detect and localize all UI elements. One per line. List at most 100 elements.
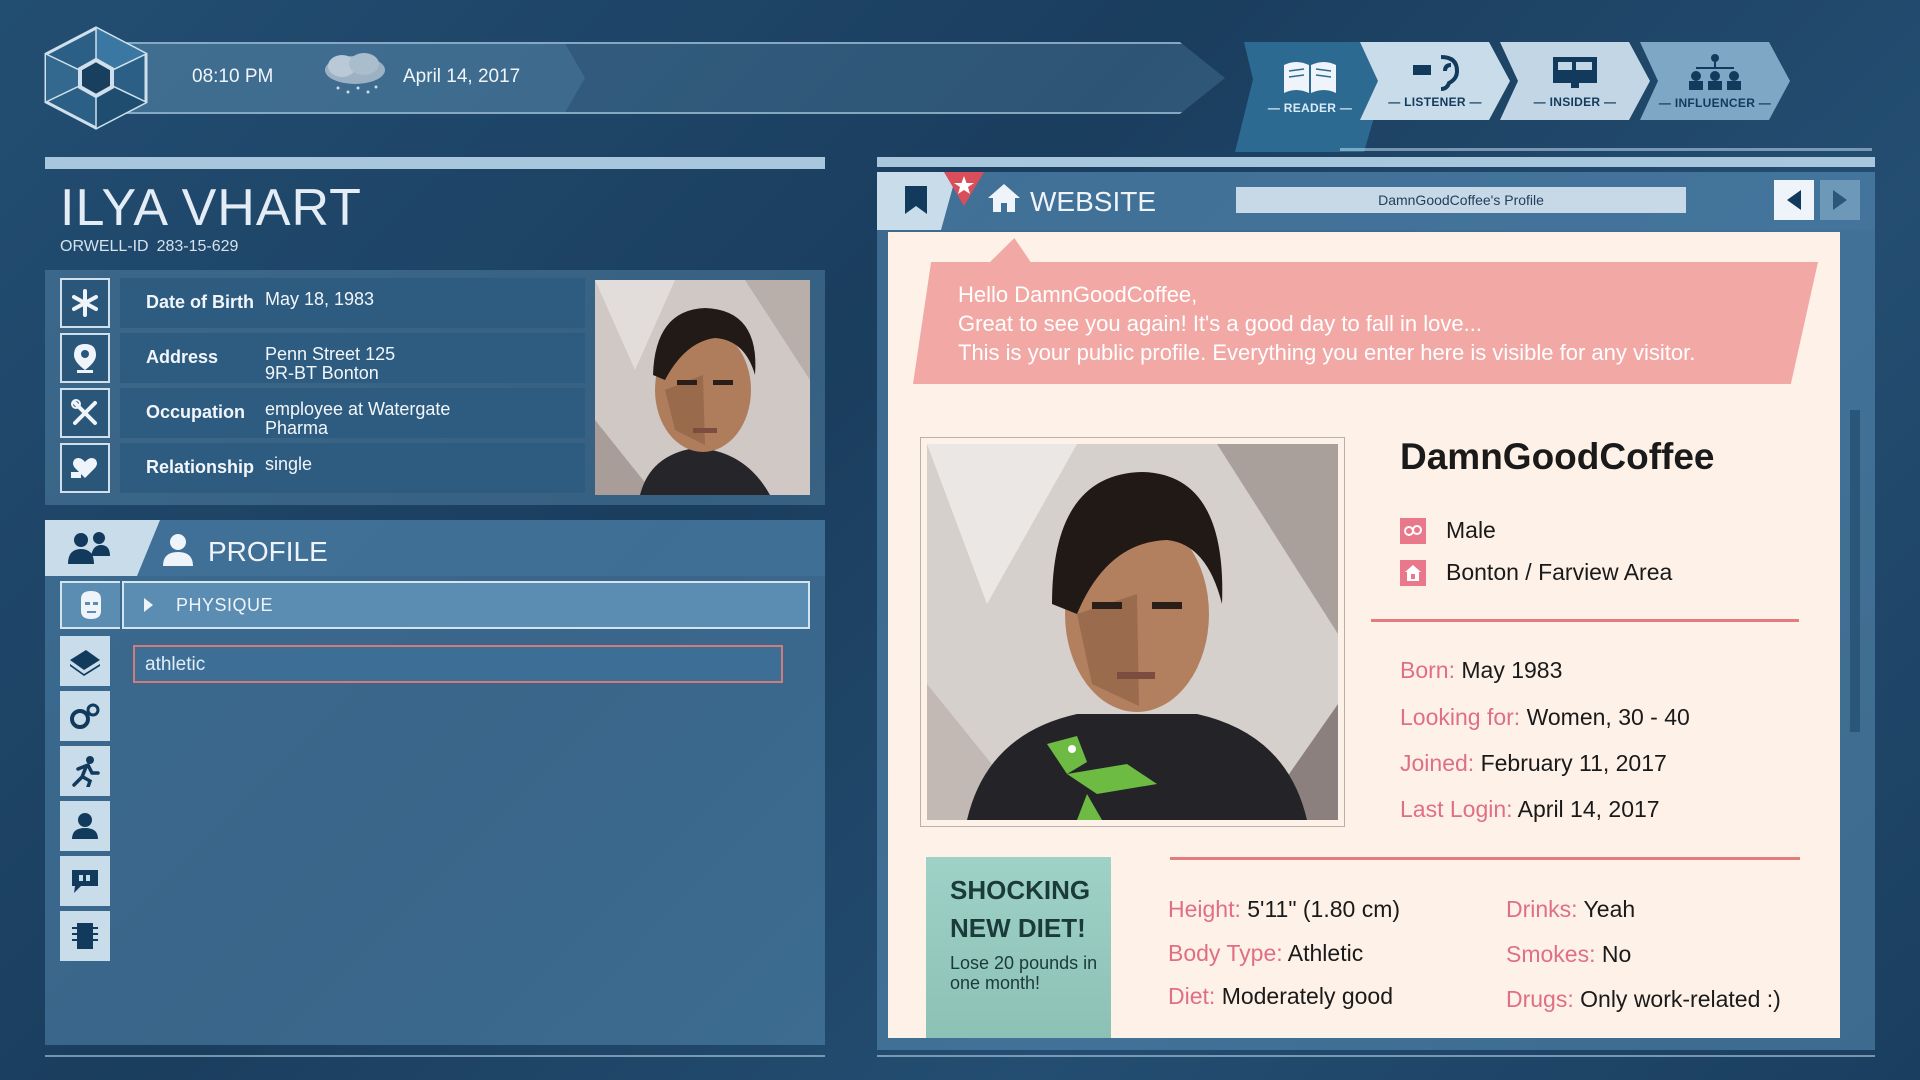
asterisk-icon[interactable] — [60, 278, 110, 328]
info-row-address[interactable]: Address Penn Street 125 9R-BT Bonton — [120, 333, 585, 383]
fact-key: Born: — [1400, 657, 1455, 683]
fact-key: Drinks: — [1506, 896, 1578, 922]
home-icon — [1400, 559, 1426, 586]
fact-key: Smokes: — [1506, 941, 1596, 967]
chip-icon[interactable] — [60, 911, 110, 961]
detail-diet: Diet: Moderately good — [1168, 983, 1393, 1010]
book-icon — [1284, 62, 1336, 93]
page-scrollbar[interactable] — [1850, 410, 1860, 732]
forward-button[interactable] — [1820, 180, 1860, 220]
divider — [877, 1055, 1875, 1057]
orwell-id-value: 283-15-629 — [156, 238, 239, 255]
fact-key: Drugs: — [1506, 986, 1574, 1012]
info-value: single — [265, 454, 313, 474]
cloud-rain-icon — [325, 53, 385, 94]
chevron-right-icon — [1833, 190, 1847, 210]
rank-insider[interactable]: — INSIDER — — [1500, 42, 1650, 120]
website-page: Hello DamnGoodCoffee, Great to see you a… — [888, 232, 1840, 1038]
back-button[interactable] — [1774, 180, 1814, 220]
rank-influencer[interactable]: — INFLUENCER — — [1640, 42, 1790, 120]
rank-reader-label: — READER — — [1267, 101, 1353, 115]
profile-username: DamnGoodCoffee — [1400, 436, 1715, 477]
rank-listener[interactable]: — LISTENER — — [1360, 42, 1510, 120]
fact-joined: Joined: February 11, 2017 — [1400, 750, 1667, 777]
rank-influencer-label: — INFLUENCER — — [1658, 96, 1772, 110]
info-value: Penn Street 125 9R-BT Bonton — [265, 344, 396, 383]
speech-bubble-notch — [988, 238, 1032, 264]
fact-value: Moderately good — [1221, 983, 1394, 1009]
divider — [45, 1055, 825, 1057]
fact-value: Only work-related :) — [1580, 986, 1781, 1012]
info-key: Address — [146, 347, 219, 367]
right-panel-header-bar — [877, 157, 1875, 167]
category-label: PHYSIQUE — [176, 594, 274, 615]
ear-icon — [1413, 55, 1460, 91]
fact-value: 5'11" (1.80 cm) — [1247, 896, 1401, 922]
fact-value: Women, 30 - 40 — [1526, 704, 1690, 730]
fact-value: Yeah — [1583, 896, 1636, 922]
rank-reader[interactable]: — READER — — [1235, 42, 1385, 152]
area-value: Bonton / Farview Area — [1446, 559, 1673, 585]
location-pin-icon[interactable] — [60, 333, 110, 383]
orwell-id: ORWELL-ID 283-15-629 — [60, 238, 238, 256]
divider — [1170, 857, 1800, 860]
fact-last-login: Last Login: April 14, 2017 — [1400, 796, 1660, 823]
greeting-line: Hello DamnGoodCoffee, — [958, 282, 1198, 307]
chat-icon[interactable] — [60, 856, 110, 906]
diploma-icon[interactable] — [60, 636, 110, 686]
detail-drugs: Drugs: Only work-related :) — [1506, 986, 1781, 1013]
info-value: employee at Watergate Pharma — [265, 399, 451, 438]
fact-value: May 1983 — [1461, 657, 1563, 683]
fact-key: Last Login: — [1400, 796, 1513, 822]
gender-value: Male — [1446, 517, 1496, 543]
info-key: Date of Birth — [146, 292, 254, 312]
chevron-left-icon — [1787, 190, 1801, 210]
tools-icon[interactable] — [60, 388, 110, 438]
left-panel-header-bar — [45, 157, 825, 169]
face-icon[interactable] — [60, 581, 120, 629]
home-icon[interactable] — [986, 182, 1022, 214]
running-icon[interactable] — [60, 746, 110, 796]
fact-key: Diet: — [1168, 983, 1216, 1009]
person-icon — [163, 534, 193, 566]
orwell-id-label: ORWELL-ID — [60, 238, 149, 255]
greeting-line: Great to see you again! It's a good day … — [958, 311, 1482, 336]
fact-value: April 14, 2017 — [1517, 796, 1660, 822]
info-key: Relationship — [146, 457, 255, 477]
url-field[interactable]: DamnGoodCoffee's Profile — [1236, 187, 1686, 213]
monitor-icon — [1553, 57, 1597, 88]
fact-value: February 11, 2017 — [1480, 750, 1667, 776]
diet-ad-banner[interactable]: SHOCKING NEW DIET! Lose 20 pounds in one… — [926, 857, 1111, 1038]
profile-photo[interactable] — [920, 437, 1345, 827]
fact-born: Born: May 1983 — [1400, 657, 1562, 684]
rank-insider-label: — INSIDER — — [1533, 95, 1617, 109]
ad-title: SHOCKING — [950, 875, 1091, 905]
fact-key: Body Type: — [1168, 940, 1283, 966]
user-badge-icon[interactable] — [60, 801, 110, 851]
info-row-dob[interactable]: Date of Birth May 18, 1983 — [120, 278, 585, 328]
fact-value: No — [1601, 941, 1632, 967]
bookmark-icon[interactable] — [903, 184, 929, 216]
rank-listener-label: — LISTENER — — [1388, 95, 1482, 109]
detail-height: Height: 5'11" (1.80 cm) — [1168, 896, 1400, 923]
person-photo[interactable] — [595, 280, 810, 495]
hierarchy-icon — [1689, 54, 1741, 90]
current-date: April 14, 2017 — [403, 66, 521, 87]
profile-title: PROFILE — [208, 536, 328, 567]
divider — [1340, 148, 1872, 151]
star-flag-icon — [944, 172, 984, 206]
divider — [1371, 619, 1799, 622]
gender-icon — [1400, 517, 1426, 544]
browser-title: WEBSITE — [1030, 186, 1157, 217]
greeting-line: This is your public profile. Everything … — [958, 340, 1696, 365]
orwell-logo-icon — [44, 26, 148, 130]
info-row-relationship[interactable]: Relationship single — [120, 443, 585, 493]
category-physique[interactable]: PHYSIQUE — [122, 581, 810, 629]
info-row-occupation[interactable]: Occupation employee at Watergate Pharma — [120, 388, 585, 438]
info-key: Occupation — [146, 402, 246, 422]
person-name: ILYA VHART — [60, 179, 362, 237]
gears-icon[interactable] — [60, 691, 110, 741]
physique-value-field[interactable]: athletic — [133, 645, 783, 683]
gender-row: Male — [1400, 517, 1496, 544]
heart-hand-icon[interactable] — [60, 443, 110, 493]
